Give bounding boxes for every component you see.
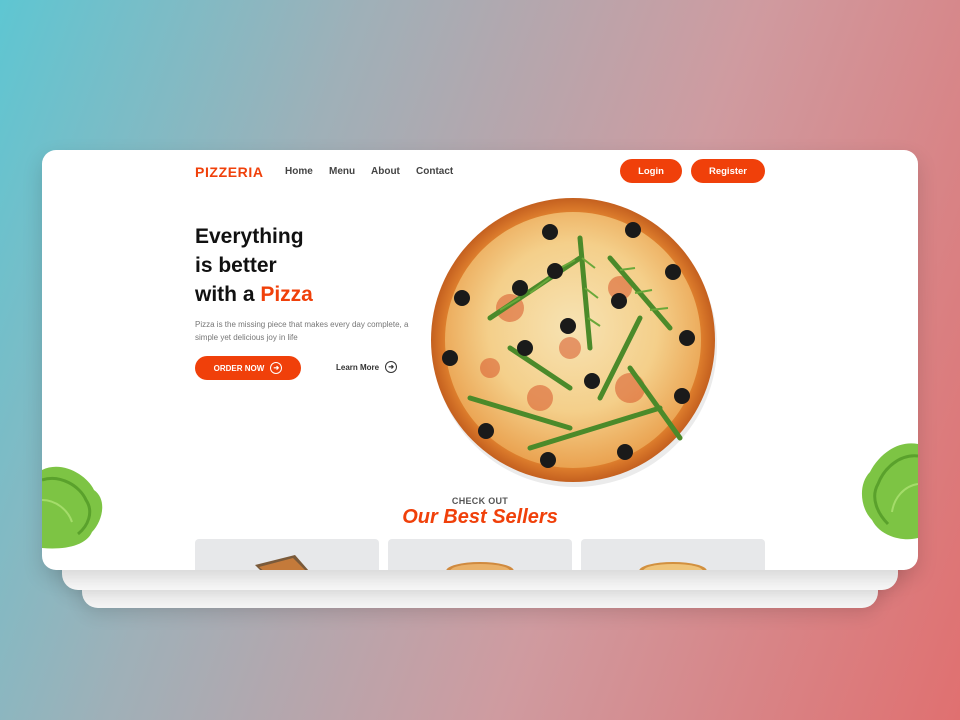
hero-heading-line-3: with a Pizza <box>195 280 313 309</box>
product-card[interactable] <box>388 539 572 570</box>
login-button[interactable]: Login <box>620 159 682 183</box>
order-now-label: ORDER NOW <box>213 363 265 373</box>
hero-description: Pizza is the missing piece that makes ev… <box>195 320 409 342</box>
hero-heading-accent: Pizza <box>260 283 313 306</box>
register-button[interactable]: Register <box>691 159 765 183</box>
pizza-image <box>639 562 707 570</box>
arrow-right-circle-icon: ➜ <box>385 361 398 373</box>
hero-heading-line-2: is better <box>195 254 277 277</box>
hero-pizza-image <box>430 198 720 493</box>
hero-heading: Everything is better with a Pizza <box>195 222 313 309</box>
pizza-box-image <box>255 555 309 570</box>
lettuce-decoration-left <box>42 460 104 557</box>
hero-heading-prefix: with a <box>195 283 261 306</box>
order-now-button[interactable]: ORDER NOW ➜ <box>195 356 301 380</box>
section-eyebrow: CHECK OUT <box>451 496 509 506</box>
section-title: Our Best Sellers <box>402 506 558 528</box>
pizza-image <box>446 562 514 570</box>
nav-link-home[interactable]: Home <box>285 166 313 177</box>
navbar: PIZZERIA Home Menu About Contact Login R… <box>195 159 765 183</box>
arrow-right-circle-icon: ➜ <box>270 362 283 374</box>
nav-link-about[interactable]: About <box>371 166 400 177</box>
lettuce-decoration-right <box>856 438 919 547</box>
nav-link-menu[interactable]: Menu <box>329 166 355 177</box>
product-card[interactable] <box>195 539 379 570</box>
learn-more-link[interactable]: Learn More ➜ <box>336 361 398 373</box>
hero-heading-line-1: Everything <box>195 225 304 248</box>
learn-more-label: Learn More <box>336 362 380 372</box>
landing-page-card: PIZZERIA Home Menu About Contact Login R… <box>42 150 918 570</box>
product-card[interactable] <box>581 539 765 570</box>
nav-link-contact[interactable]: Contact <box>416 166 453 177</box>
brand-logo[interactable]: PIZZERIA <box>195 164 264 180</box>
